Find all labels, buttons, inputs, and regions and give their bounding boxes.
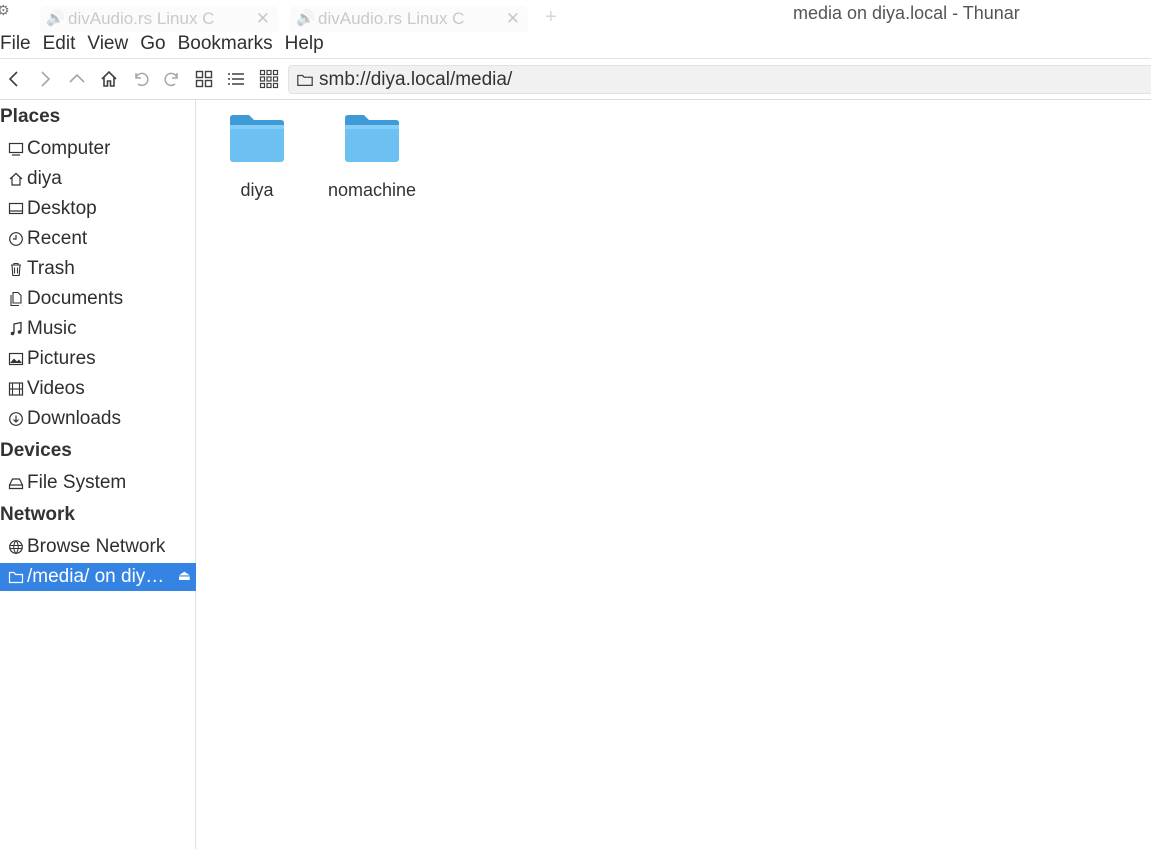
sidebar-item-label: Desktop: [27, 198, 97, 219]
location-bar[interactable]: smb://diya.local/media/: [288, 65, 1151, 94]
file-item[interactable]: diya: [197, 112, 317, 201]
menu-view[interactable]: View: [87, 33, 128, 55]
picture-icon: [8, 352, 24, 366]
divider: [0, 58, 1151, 59]
sidebar-item-label: Computer: [27, 138, 111, 159]
sidebar-item-desktop[interactable]: Desktop: [0, 195, 196, 223]
close-icon[interactable]: ✕: [506, 9, 520, 29]
eject-icon[interactable]: ⏏: [178, 567, 191, 584]
list-view-button[interactable]: [223, 66, 249, 92]
close-icon[interactable]: ✕: [256, 9, 270, 29]
list-icon: [228, 73, 244, 85]
redo-icon: [164, 72, 178, 87]
sidebar-item-diya[interactable]: diya: [0, 165, 196, 193]
ghost-tab-2[interactable]: 🔊 divAudio.rs Linux C ✕: [290, 6, 528, 32]
sidebar-item-label: Browse Network: [27, 536, 166, 557]
menu-bookmarks[interactable]: Bookmarks: [178, 33, 273, 55]
documents-icon: [10, 291, 22, 307]
title-bar: ⚙ 🔊 divAudio.rs Linux C ✕ 🔊 divAudio.rs …: [0, 0, 1151, 32]
sidebar-item-label: Documents: [27, 288, 124, 309]
folder-icon: [230, 115, 284, 162]
network-header: Network: [0, 504, 75, 525]
sidebar-item-label: Trash: [27, 258, 75, 279]
sidebar-item-trash[interactable]: Trash: [0, 255, 196, 283]
folder-icon: [297, 74, 313, 86]
home-icon: [101, 70, 117, 87]
sidebar-item-computer[interactable]: Computer: [0, 135, 196, 163]
grid-icon: [195, 70, 213, 88]
menu-help[interactable]: Help: [285, 33, 324, 55]
places-header: Places: [0, 106, 61, 127]
folder-icon: [345, 115, 399, 162]
file-item[interactable]: nomachine: [312, 112, 432, 201]
chevron-left-icon: [8, 71, 18, 87]
menu-go[interactable]: Go: [140, 33, 165, 55]
folder-icon: [8, 571, 24, 584]
icon-view-button[interactable]: [191, 66, 217, 92]
sidebar-item-videos[interactable]: Videos: [0, 375, 196, 403]
sidebar-item-label: Videos: [27, 378, 85, 399]
undo-button[interactable]: [128, 66, 154, 92]
menu-file[interactable]: File: [0, 33, 31, 55]
redo-button[interactable]: [159, 66, 185, 92]
file-name: diya: [240, 180, 274, 200]
drive-icon: [8, 478, 24, 490]
ghost-tab-label: divAudio.rs Linux C: [68, 9, 215, 28]
plus-icon[interactable]: +: [545, 6, 557, 29]
location-path: smb://diya.local/media/: [319, 68, 513, 90]
home-icon: [9, 172, 23, 186]
forward-button[interactable]: [32, 66, 58, 92]
devices-header: Devices: [0, 440, 72, 461]
gear-icon[interactable]: ⚙: [0, 2, 10, 19]
toolbar: smb://diya.local/media/: [0, 62, 1151, 96]
menu-edit[interactable]: Edit: [43, 33, 76, 55]
compact-view-button[interactable]: [256, 66, 282, 92]
download-icon: [9, 412, 23, 426]
sidebar-item-documents[interactable]: Documents: [0, 285, 196, 313]
sidebar-item-label: Pictures: [27, 348, 96, 369]
sidebar-item-label: File System: [27, 472, 127, 493]
sidebar-item-downloads[interactable]: Downloads: [0, 405, 196, 433]
sidebar-item-pictures[interactable]: Pictures: [0, 345, 196, 373]
sidebar-item-music[interactable]: Music: [0, 315, 196, 343]
chevron-up-icon: [69, 73, 85, 83]
sidebar-item-media-share[interactable]: /media/ on diy… ⏏: [0, 563, 196, 591]
trash-icon: [11, 262, 21, 277]
clock-icon: [9, 232, 23, 246]
sidebar-item-file-system[interactable]: File System: [0, 469, 196, 497]
undo-icon: [135, 72, 149, 87]
sidebar-item-label: Music: [27, 318, 77, 339]
file-name: nomachine: [327, 180, 417, 200]
up-button[interactable]: [64, 66, 90, 92]
window-title: media on diya.local - Thunar: [793, 3, 1020, 23]
menu-bar: File Edit View Go Bookmarks Help: [0, 30, 1151, 58]
sidebar-item-label: Downloads: [27, 408, 121, 429]
sidebar-item-browse-network[interactable]: Browse Network: [0, 533, 196, 561]
ghost-tab-label: divAudio.rs Linux C: [318, 9, 465, 28]
file-view[interactable]: diya nomachine: [197, 100, 1151, 849]
ghost-tab-1[interactable]: 🔊 divAudio.rs Linux C ✕: [40, 6, 278, 32]
back-button[interactable]: [1, 66, 27, 92]
sidebar: Places Computer diya Desktop Recent Tras…: [0, 100, 196, 849]
music-note-icon: [10, 321, 22, 336]
network-globe-icon: [9, 540, 23, 554]
sidebar-item-label: /media/ on diy…: [27, 566, 165, 587]
compact-grid-icon: [259, 69, 279, 89]
speaker-icon: 🔊: [296, 10, 315, 27]
chevron-right-icon: [41, 71, 51, 87]
speaker-icon: 🔊: [46, 10, 65, 27]
monitor-icon: [8, 142, 24, 156]
sidebar-item-recent[interactable]: Recent: [0, 225, 196, 253]
desktop-icon: [8, 202, 24, 215]
sidebar-item-label: Recent: [27, 228, 88, 249]
film-icon: [8, 382, 24, 396]
home-button[interactable]: [96, 66, 122, 92]
sidebar-item-label: diya: [27, 168, 62, 189]
